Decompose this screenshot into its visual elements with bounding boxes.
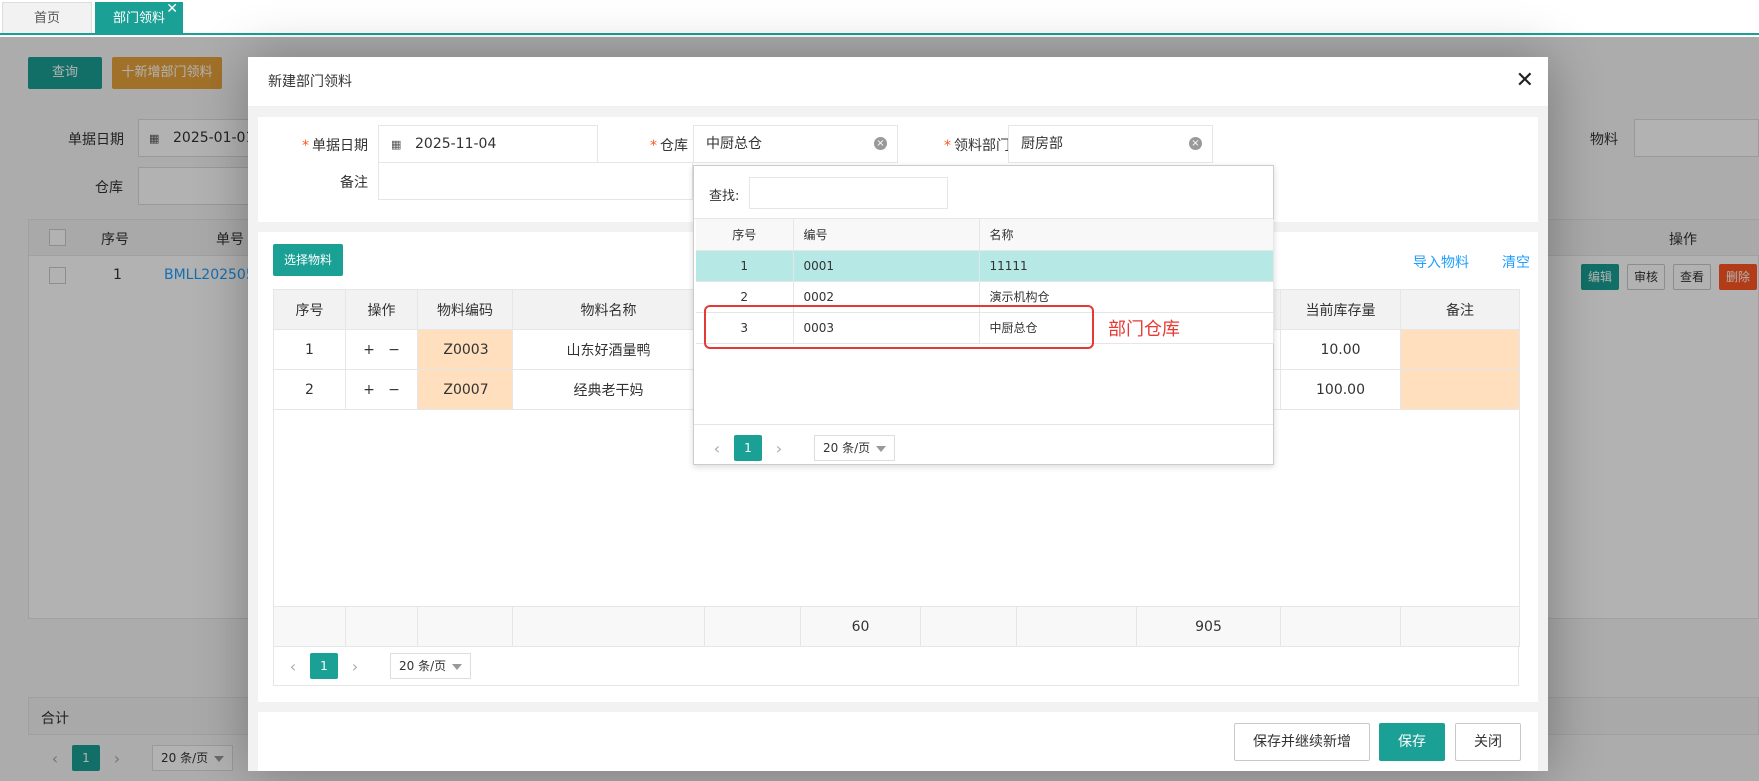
total-cell [1400, 606, 1520, 647]
dropdown-page-size-value: 20 条/页 [823, 441, 871, 455]
calendar-icon: ▦ [391, 138, 401, 151]
grid-page-size-select[interactable]: 20 条/页 [390, 653, 472, 679]
clear-icon[interactable]: × [1189, 137, 1202, 150]
next-page-icon[interactable]: › [766, 439, 792, 458]
doc-date-value: 2025-11-04 [415, 136, 497, 152]
remove-row-icon[interactable]: − [388, 382, 400, 398]
col-code: 编号 [793, 219, 980, 251]
remove-row-icon[interactable]: − [388, 342, 400, 358]
warehouse-value: 中厨总仓 [706, 136, 762, 152]
row-material-name: 山东好酒量鸭 [512, 329, 705, 370]
total-cell [704, 606, 801, 647]
dept-label: * 领料部门 [918, 135, 1010, 155]
save-and-continue-button[interactable]: 保存并继续新增 [1234, 723, 1370, 761]
doc-date-input[interactable]: ▦ 2025-11-04 [378, 125, 598, 163]
option-seq: 1 [696, 250, 794, 282]
grid-page-size-value: 20 条/页 [399, 659, 447, 673]
remark-input[interactable] [378, 162, 693, 200]
row-remark[interactable] [1400, 369, 1520, 410]
row-material-name: 经典老干妈 [512, 369, 705, 410]
col-seq: 序号 [273, 289, 346, 330]
dropdown-search-label: 查找: [709, 189, 740, 204]
row-stock: 100.00 [1280, 369, 1401, 410]
row-material-code[interactable]: Z0003 [417, 329, 513, 370]
add-row-icon[interactable]: + [363, 382, 375, 398]
close-icon[interactable]: ✕ [1516, 69, 1534, 93]
grid-pager: ‹ 1 › 20 条/页 [280, 653, 472, 679]
dropdown-search-input[interactable] [749, 177, 948, 209]
option-name: 11111 [979, 250, 1274, 282]
dialog-footer: 保存并继续新增 保存 关闭 [258, 712, 1538, 771]
row-stock: 10.00 [1280, 329, 1401, 370]
annotation-highlight-box [704, 305, 1094, 349]
col-stock: 当前库存量 [1280, 289, 1401, 330]
total-qty: 60 [800, 606, 921, 647]
dropdown-page-size-select[interactable]: 20 条/页 [814, 435, 896, 461]
total-cell [273, 606, 346, 647]
doc-date-label-text: 单据日期 [312, 138, 368, 154]
col-ops: 操作 [345, 289, 418, 330]
required-mark: * [944, 138, 951, 154]
row-seq: 2 [273, 369, 346, 410]
total-cell [417, 606, 513, 647]
tab-home[interactable]: 首页 [2, 2, 92, 33]
dept-select[interactable]: 厨房部 × [1008, 125, 1213, 163]
warehouse-option[interactable]: 1 0001 11111 [696, 250, 1274, 282]
totals-row: 60 905 [273, 606, 1520, 647]
import-material-link[interactable]: 导入物料 [1413, 252, 1469, 272]
col-remark: 备注 [1400, 289, 1520, 330]
row-seq: 1 [273, 329, 346, 370]
tab-bar: 首页 部门领料 ✕ [0, 0, 1759, 35]
warehouse-header-row: 序号 编号 名称 [696, 219, 1274, 251]
dropdown-current-page[interactable]: 1 [734, 435, 762, 461]
next-page-icon[interactable]: › [342, 657, 368, 676]
col-material-name: 物料名称 [512, 289, 705, 330]
tab-department-picking[interactable]: 部门领料 ✕ [95, 0, 183, 33]
select-material-button[interactable]: 选择物料 [273, 244, 344, 276]
row-ops: + − [345, 369, 418, 410]
doc-date-label: * 单据日期 [288, 135, 368, 155]
dept-value: 厨房部 [1021, 136, 1063, 152]
option-code: 0001 [793, 250, 980, 282]
total-cell [1280, 606, 1401, 647]
remark-label: 备注 [340, 175, 368, 191]
col-name: 名称 [979, 219, 1274, 251]
clear-icon[interactable]: × [874, 137, 887, 150]
close-icon[interactable]: ✕ [166, 0, 178, 25]
tab-department-picking-label: 部门领料 [112, 11, 165, 26]
warehouse-select[interactable]: 中厨总仓 × [693, 125, 898, 163]
close-button[interactable]: 关闭 [1455, 723, 1521, 761]
dropdown-pager: ‹ 1 › 20 条/页 [704, 435, 896, 461]
clear-link[interactable]: 清空 [1502, 252, 1530, 272]
total-cell [512, 606, 705, 647]
row-material-code[interactable]: Z0007 [417, 369, 513, 410]
required-mark: * [302, 138, 309, 154]
annotation-label: 部门仓库 [1108, 319, 1180, 340]
save-button[interactable]: 保存 [1379, 723, 1445, 761]
chevron-down-icon [452, 663, 463, 670]
chevron-down-icon [876, 445, 887, 452]
add-row-icon[interactable]: + [363, 342, 375, 358]
dept-label-text: 领料部门 [954, 138, 1010, 154]
total-cell [345, 606, 418, 647]
divider [694, 424, 1273, 425]
dialog-title: 新建部门领料 [248, 57, 1548, 107]
total-cell [920, 606, 1017, 647]
row-remark[interactable] [1400, 329, 1520, 370]
warehouse-label: * 仓库 [618, 135, 688, 155]
row-ops: + − [345, 329, 418, 370]
col-seq: 序号 [696, 219, 794, 251]
prev-page-icon[interactable]: ‹ [280, 657, 306, 676]
total-amount: 905 [1136, 606, 1281, 647]
prev-page-icon[interactable]: ‹ [704, 439, 730, 458]
warehouse-label-text: 仓库 [660, 138, 688, 154]
col-material-code: 物料编码 [417, 289, 513, 330]
total-cell [1016, 606, 1137, 647]
required-mark: * [650, 138, 657, 154]
grid-current-page[interactable]: 1 [310, 653, 338, 679]
